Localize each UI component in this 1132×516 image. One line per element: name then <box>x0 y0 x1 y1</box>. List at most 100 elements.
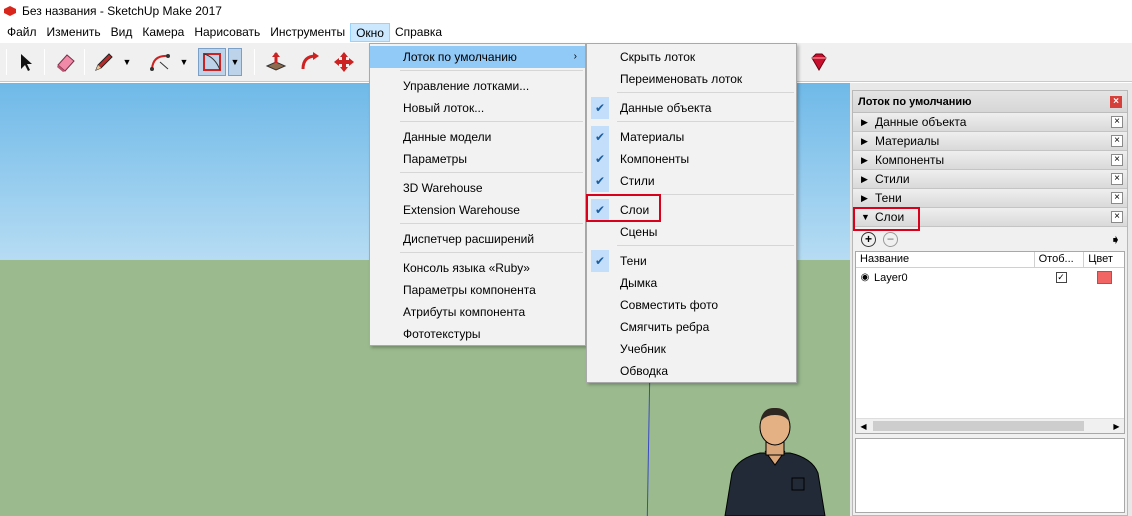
details-arrow-icon[interactable]: ➧ <box>1110 232 1121 248</box>
section-close-icon[interactable]: × <box>1111 192 1123 204</box>
eraser-icon <box>57 54 75 72</box>
menu-camera[interactable]: Камера <box>137 23 189 42</box>
submenu-item-instructor[interactable]: Учебник <box>587 338 796 360</box>
sketchup-app-icon <box>3 4 17 18</box>
scroll-left-icon[interactable]: ◀ <box>856 419 871 434</box>
menu-item-default-tray[interactable]: Лоток по умолчанию › <box>370 46 585 68</box>
menu-separator <box>617 92 794 93</box>
tray-close-button[interactable]: × <box>1110 96 1122 108</box>
select-tool-button[interactable] <box>12 48 40 76</box>
arc-dropdown-icon[interactable]: ▼ <box>177 48 191 76</box>
follow-me-tool-button[interactable] <box>296 48 324 76</box>
layer-visible-checkbox[interactable]: ✓ <box>1038 272 1084 283</box>
menu-separator <box>400 252 583 253</box>
horizontal-scrollbar[interactable]: ◀ ▶ <box>856 418 1124 433</box>
expand-arrow-icon: ▶ <box>861 173 868 184</box>
checkmark-icon: ✔ <box>591 126 609 148</box>
submenu-item-rename-tray[interactable]: Переименовать лоток <box>587 68 796 90</box>
layer-name: Layer0 <box>874 271 908 284</box>
column-header-visible[interactable]: Отоб... <box>1035 252 1085 267</box>
tray-section-shadows[interactable]: ▶ Тени × <box>853 189 1127 208</box>
window-menu-dropdown: Лоток по умолчанию › Управление лотками..… <box>369 43 586 346</box>
delete-layer-icon[interactable]: − <box>883 231 898 247</box>
submenu-item-soften-edges[interactable]: Смягчить ребра <box>587 316 796 338</box>
section-close-icon[interactable]: × <box>1111 116 1123 128</box>
select-arrow-icon <box>21 54 32 71</box>
menu-item-extension-manager[interactable]: Диспетчер расширений <box>370 228 585 250</box>
active-layer-radio[interactable]: ◉ <box>856 272 874 283</box>
menu-item-component-attributes[interactable]: Атрибуты компонента <box>370 301 585 323</box>
menu-item-photo-textures[interactable]: Фототекстуры <box>370 323 585 345</box>
menu-item-3d-warehouse[interactable]: 3D Warehouse <box>370 177 585 199</box>
section-close-icon[interactable]: × <box>1111 135 1123 147</box>
submenu-item-entity-info[interactable]: ✔ Данные объекта <box>587 97 796 119</box>
arc-icon <box>150 54 170 71</box>
checkmark-icon: ✔ <box>591 250 609 272</box>
tray-section-entity-info[interactable]: ▶ Данные объекта × <box>853 113 1127 132</box>
submenu-item-styles[interactable]: ✔ Стили <box>587 170 796 192</box>
expand-arrow-icon: ▶ <box>861 135 868 146</box>
section-close-icon[interactable]: × <box>1111 211 1123 223</box>
menu-item-manage-trays[interactable]: Управление лотками... <box>370 75 585 97</box>
window-title: Без названия - SketchUp Make 2017 <box>22 4 222 18</box>
submenu-item-scenes[interactable]: Сцены <box>587 221 796 243</box>
eraser-tool-button[interactable] <box>52 48 80 76</box>
menu-draw[interactable]: Нарисовать <box>189 23 265 42</box>
arc-tool-button[interactable] <box>146 48 174 76</box>
menu-item-preferences[interactable]: Параметры <box>370 148 585 170</box>
section-close-icon[interactable]: × <box>1111 173 1123 185</box>
menu-item-model-info[interactable]: Данные модели <box>370 126 585 148</box>
column-header-color[interactable]: Цвет <box>1084 252 1124 267</box>
menu-item-new-tray[interactable]: Новый лоток... <box>370 97 585 119</box>
checkmark-icon: ✔ <box>591 148 609 170</box>
color-swatch-fill <box>1096 271 1112 284</box>
layer-color-swatch[interactable] <box>1084 271 1124 284</box>
submenu-item-hide-tray[interactable]: Скрыть лоток <box>587 46 796 68</box>
menu-item-extension-warehouse[interactable]: Extension Warehouse <box>370 199 585 221</box>
menu-edit[interactable]: Изменить <box>42 23 106 42</box>
layer-row[interactable]: ◉ Layer0 ✓ <box>856 268 1124 287</box>
submenu-item-materials[interactable]: ✔ Материалы <box>587 126 796 148</box>
submenu-item-shadows[interactable]: ✔ Тени <box>587 250 796 272</box>
expand-arrow-icon: ▶ <box>861 154 868 165</box>
shape-dropdown-icon[interactable]: ▼ <box>228 48 242 76</box>
menu-help[interactable]: Справка <box>390 23 447 42</box>
push-pull-tool-button[interactable] <box>262 48 290 76</box>
menu-item-ruby-console[interactable]: Консоль языка «Ruby» <box>370 257 585 279</box>
move-tool-button[interactable] <box>330 48 358 76</box>
pencil-tool-button[interactable] <box>90 48 118 76</box>
column-header-name[interactable]: Название <box>856 252 1035 267</box>
submenu-item-components[interactable]: ✔ Компоненты <box>587 148 796 170</box>
scroll-thumb[interactable] <box>873 421 1084 431</box>
extension-warehouse-button[interactable] <box>805 48 833 76</box>
menu-file[interactable]: Файл <box>2 23 42 42</box>
scroll-right-icon[interactable]: ▶ <box>1109 419 1124 434</box>
layers-table: Название Отоб... Цвет ◉ Layer0 ✓ ◀ ▶ <box>855 251 1125 434</box>
menu-tools[interactable]: Инструменты <box>265 23 350 42</box>
menu-view[interactable]: Вид <box>106 23 138 42</box>
tray-title: Лоток по умолчанию <box>858 95 972 108</box>
menu-separator <box>400 223 583 224</box>
expand-arrow-icon: ▶ <box>861 192 868 203</box>
submenu-item-outliner[interactable]: Обводка <box>587 360 796 382</box>
menu-window[interactable]: Окно <box>350 23 390 42</box>
section-close-icon[interactable]: × <box>1111 154 1123 166</box>
submenu-item-fog[interactable]: Дымка <box>587 272 796 294</box>
pencil-dropdown-icon[interactable]: ▼ <box>120 48 134 76</box>
tray-section-components[interactable]: ▶ Компоненты × <box>853 151 1127 170</box>
submenu-item-match-photo[interactable]: Совместить фото <box>587 294 796 316</box>
person-figure <box>724 407 826 516</box>
menu-separator <box>400 172 583 173</box>
toolbar-separator <box>254 49 255 75</box>
ruby-gem-icon <box>811 53 827 71</box>
rectangle-shape-icon <box>203 53 221 71</box>
checkmark-icon: ✔ <box>591 97 609 119</box>
checkmark-icon: ✓ <box>1055 272 1067 283</box>
tray-section-materials[interactable]: ▶ Материалы × <box>853 132 1127 151</box>
tray-section-styles[interactable]: ▶ Стили × <box>853 170 1127 189</box>
move-arrows-icon <box>334 52 354 72</box>
add-layer-icon[interactable]: + <box>861 231 876 247</box>
menu-item-component-options[interactable]: Параметры компонента <box>370 279 585 301</box>
follow-me-icon <box>301 52 319 70</box>
shape-tool-button[interactable] <box>198 48 226 76</box>
